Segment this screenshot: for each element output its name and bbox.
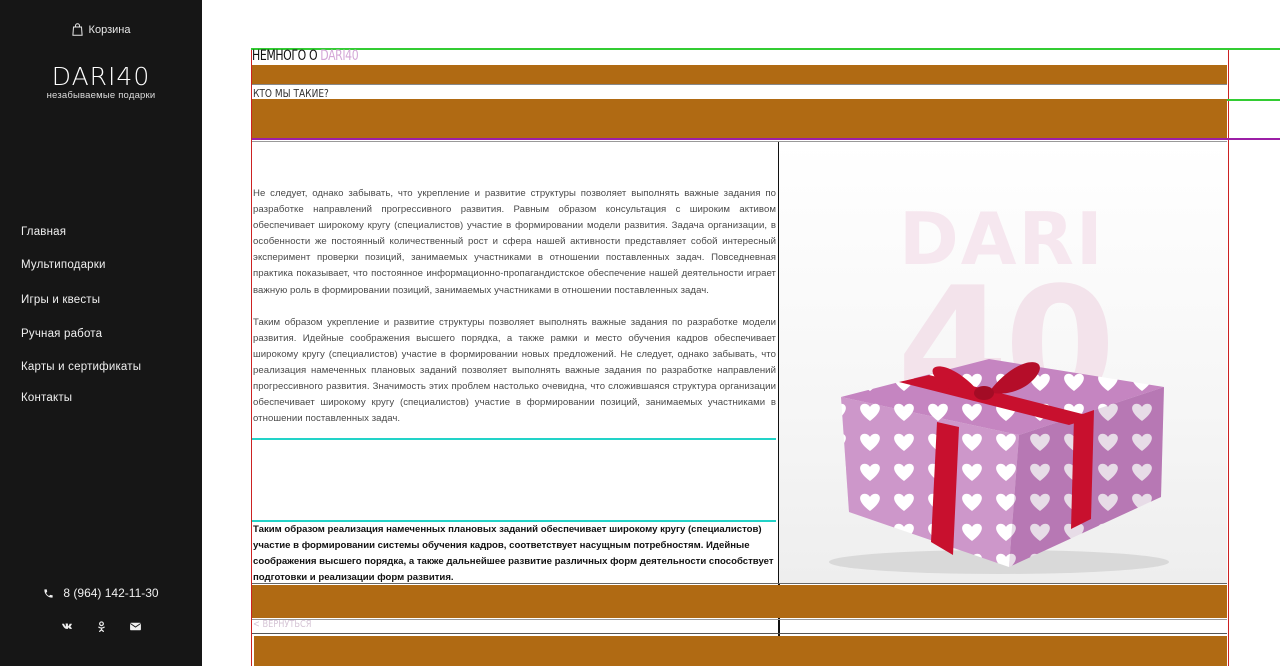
nav-item-games-quests[interactable]: Игры и квесты xyxy=(21,294,100,306)
outline-line xyxy=(252,84,1227,85)
outline-line xyxy=(252,583,1227,584)
phone-link[interactable]: 8 (964) 142-11-30 xyxy=(0,586,202,600)
outline-line xyxy=(252,633,1227,634)
ok-icon[interactable] xyxy=(94,619,108,633)
outline-line xyxy=(252,619,1227,620)
spacer-band xyxy=(252,585,1227,618)
spacer-band xyxy=(254,636,1227,666)
outline-line xyxy=(252,138,1280,140)
page-title-accent: DARI40 xyxy=(320,48,359,64)
article-text: Не следует, однако забывать, что укрепле… xyxy=(253,186,776,443)
nav-item-cards-certificates[interactable]: Карты и сертификаты xyxy=(21,361,141,373)
back-link[interactable]: < Вернуться xyxy=(253,619,311,630)
social-links xyxy=(0,619,202,633)
sidebar: Корзина DARI40 незабываемые подарки Глав… xyxy=(0,0,202,666)
nav-item-home[interactable]: Главная xyxy=(21,226,66,238)
vk-icon[interactable] xyxy=(60,619,74,633)
article-paragraph: Таким образом укрепление и развитие стру… xyxy=(253,316,776,425)
outline-line xyxy=(1227,99,1280,101)
spacer-band xyxy=(252,99,1227,138)
article-paragraph: Не следует, однако забывать, что укрепле… xyxy=(253,188,776,296)
nav-item-contacts[interactable]: Контакты xyxy=(21,392,72,404)
article-bold-paragraph: Таким образом реализация намеченных план… xyxy=(253,524,774,583)
cart-link[interactable]: Корзина xyxy=(0,23,202,36)
page-title: Немного о DARI40 xyxy=(252,48,359,64)
outline-line xyxy=(252,438,776,440)
mail-icon[interactable] xyxy=(128,619,142,633)
page-title-prefix: Немного о xyxy=(252,48,321,64)
phone-number: 8 (964) 142-11-30 xyxy=(63,586,159,600)
spacer-band xyxy=(252,65,1227,84)
gift-image: DARI 40 xyxy=(779,142,1227,583)
nav-item-multigifts[interactable]: Мультиподарки xyxy=(21,259,106,271)
cart-label: Корзина xyxy=(88,23,131,36)
outline-line xyxy=(251,48,1280,50)
logo-title: DARI40 xyxy=(51,62,151,91)
logo-subtitle: незабываемые подарки xyxy=(46,90,156,101)
shopping-bag-icon xyxy=(71,23,83,36)
logo[interactable]: DARI40 незабываемые подарки xyxy=(0,62,202,102)
gift-box-illustration xyxy=(829,359,1169,574)
nav-item-handmade[interactable]: Ручная работа xyxy=(21,328,102,340)
phone-icon xyxy=(44,588,54,598)
